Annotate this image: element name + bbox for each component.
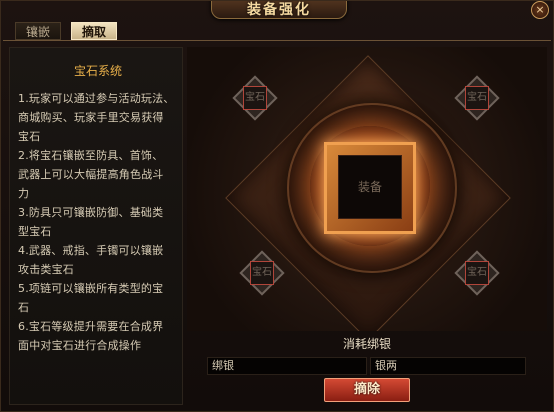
info-line: 1.玩家可以通过参与活动玩法、 xyxy=(18,92,175,105)
info-line: 商城购买、玩家手里交易获得 xyxy=(18,111,164,124)
close-button[interactable]: × xyxy=(531,1,549,19)
gem-slot-bottom-left[interactable]: 宝石 xyxy=(239,250,285,296)
info-line: 5.项链可以镶嵌所有类型的宝 xyxy=(18,282,164,295)
info-line: 6.宝石等级提升需要在合成界 xyxy=(18,320,164,333)
info-line: 宝石 xyxy=(18,130,41,143)
info-line: 型宝石 xyxy=(18,225,52,238)
info-line: 石 xyxy=(18,301,30,314)
gem-slot-label: 宝石 xyxy=(243,86,267,110)
info-line: 力 xyxy=(18,187,30,200)
cost-label: 消耗绑银 xyxy=(342,337,391,351)
info-line: 面中对宝石进行合成操作 xyxy=(18,339,142,352)
info-line: 4.武器、戒指、手镯可以镶嵌 xyxy=(18,244,164,257)
gem-slot-bottom-right[interactable]: 宝石 xyxy=(454,250,500,296)
gem-info-panel: 宝石系统 1.玩家可以通过参与活动玩法、 商城购买、玩家手里交易获得 宝石 2.… xyxy=(9,47,183,405)
tab-inlay[interactable]: 镶嵌 xyxy=(15,22,61,40)
bound-silver-field: 绑银 xyxy=(207,357,367,375)
gem-stage: 装备 宝石 宝石 宝石 宝石 xyxy=(187,47,547,331)
window-title: 装备强化 xyxy=(247,2,311,18)
equipment-slot[interactable]: 装备 xyxy=(338,155,402,219)
gem-slot-label: 宝石 xyxy=(465,86,489,110)
gem-slot-label: 宝石 xyxy=(250,261,274,285)
gem-slot-top-left[interactable]: 宝石 xyxy=(232,75,278,121)
gem-slot-label: 宝石 xyxy=(465,261,489,285)
tab-divider xyxy=(3,40,551,41)
info-line: 攻击类宝石 xyxy=(18,263,74,276)
gem-slot-top-right[interactable]: 宝石 xyxy=(454,75,500,121)
tab-extract[interactable]: 摘取 xyxy=(71,22,117,40)
info-title: 宝石系统 xyxy=(73,64,122,78)
remove-gem-button[interactable]: 摘除 xyxy=(324,378,410,402)
close-icon: × xyxy=(535,3,545,16)
window-title-plate: 装备强化 xyxy=(211,1,347,19)
info-line: 2.将宝石镶嵌至防具、首饰、 xyxy=(18,149,164,162)
equipment-enhance-window: 装备强化 × 镶嵌 摘取 宝石系统 1.玩家可以通过参与活动玩法、 商城购买、玩… xyxy=(0,0,554,412)
info-line: 3.防具只可镶嵌防御、基础类 xyxy=(18,206,164,219)
info-line: 武器上可以大幅提高角色战斗 xyxy=(18,168,164,181)
silver-field: 银两 xyxy=(370,357,526,375)
